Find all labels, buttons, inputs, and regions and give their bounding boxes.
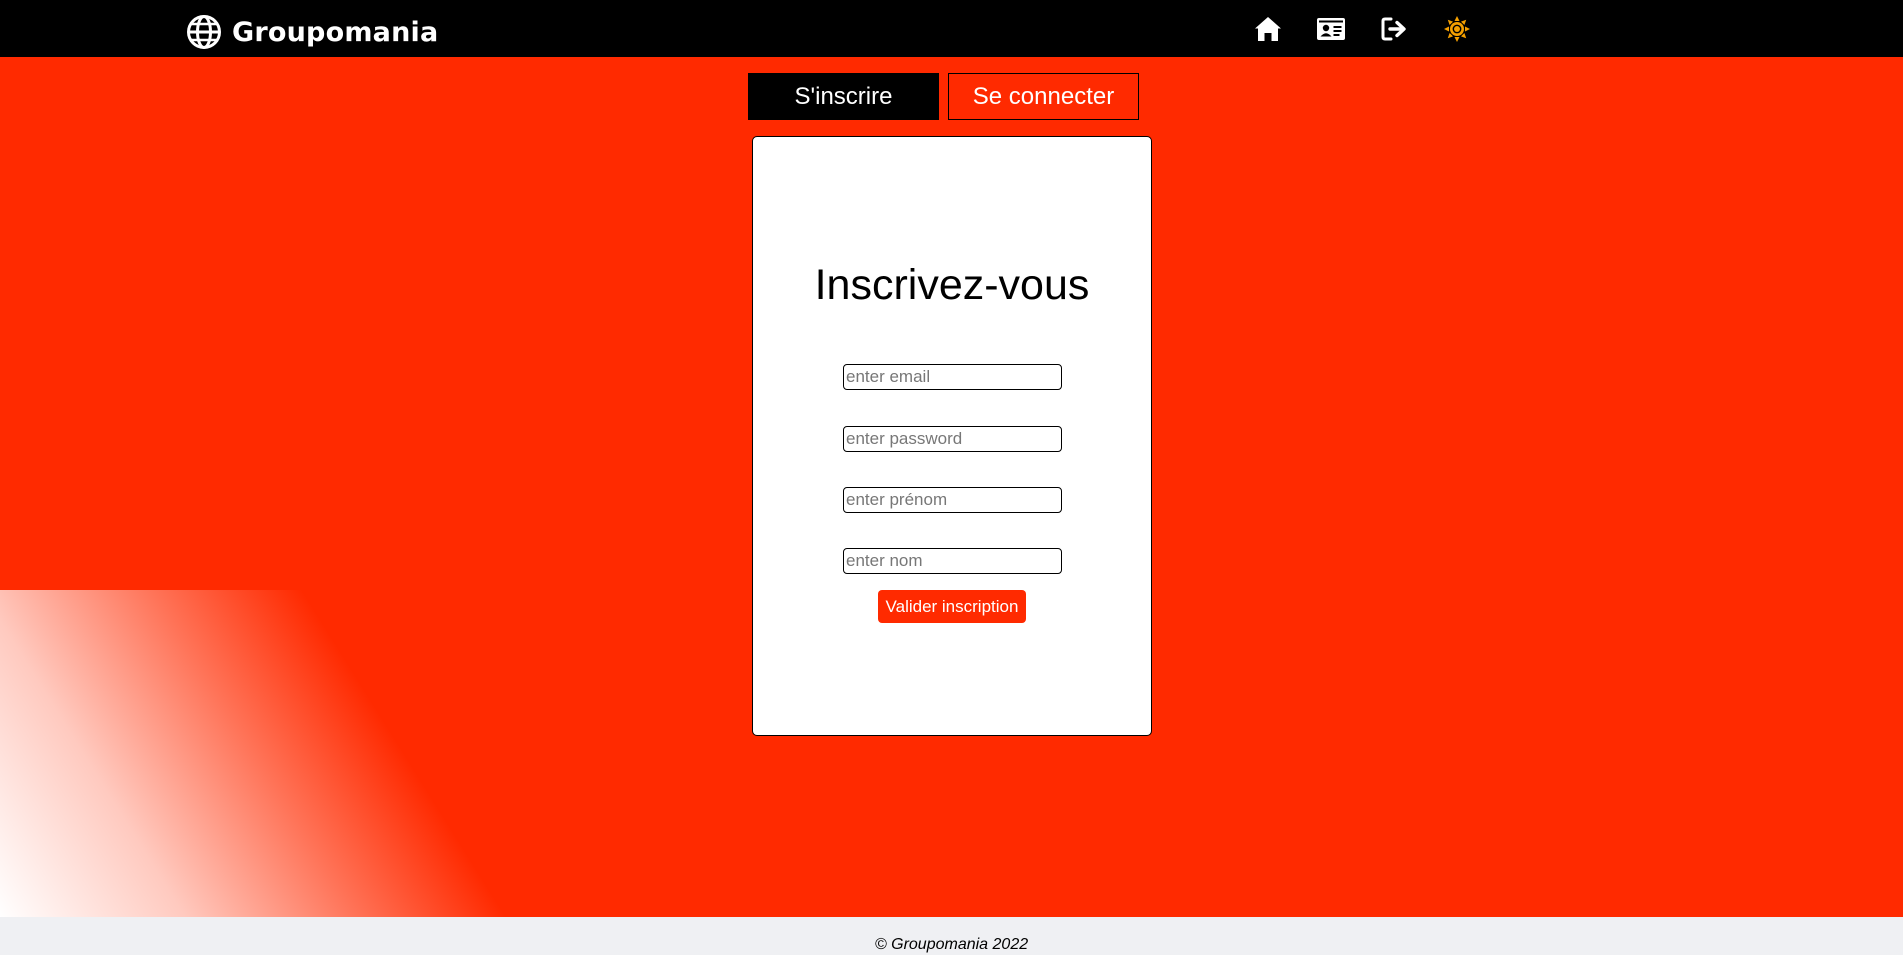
- sun-icon[interactable]: [1441, 13, 1473, 45]
- logout-icon[interactable]: [1378, 13, 1410, 45]
- profile-card-icon[interactable]: [1315, 13, 1347, 45]
- brand-logo[interactable]: Groupomania: [186, 14, 438, 50]
- auth-tabs: S'inscrire Se connecter: [748, 73, 1139, 120]
- tab-signup[interactable]: S'inscrire: [748, 73, 939, 120]
- lastname-field[interactable]: [843, 548, 1062, 574]
- home-icon[interactable]: [1252, 13, 1284, 45]
- submit-signup-button[interactable]: Valider inscription: [878, 590, 1026, 623]
- password-field[interactable]: [843, 426, 1062, 452]
- brand-name: Groupomania: [232, 16, 439, 48]
- page-footer: © Groupomania 2022: [0, 917, 1903, 955]
- firstname-field[interactable]: [843, 487, 1062, 513]
- tab-login[interactable]: Se connecter: [948, 73, 1139, 120]
- background-glow: [0, 590, 640, 917]
- signup-title: Inscrivez-vous: [814, 261, 1090, 309]
- header-nav: [1252, 13, 1473, 45]
- globe-icon: [186, 14, 222, 50]
- email-field[interactable]: [843, 364, 1062, 390]
- copyright-text: © Groupomania 2022: [874, 936, 1029, 953]
- top-navbar: Groupomania: [0, 0, 1903, 57]
- signup-card: Inscrivez-vous Valider inscription: [752, 136, 1152, 736]
